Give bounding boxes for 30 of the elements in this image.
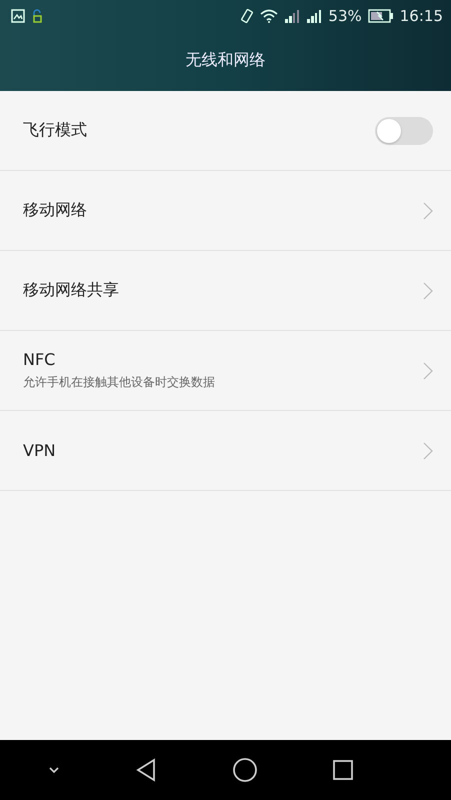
settings-row[interactable]: 飞行模式: [0, 91, 451, 171]
row-label: 飞行模式: [23, 120, 88, 141]
wifi-icon: [260, 9, 278, 23]
row-label: 移动网络共享: [23, 280, 120, 301]
chevron-right-icon: [423, 442, 433, 460]
row-label: 移动网络: [23, 200, 88, 221]
recents-icon[interactable]: [332, 759, 354, 781]
row-label: NFC: [23, 350, 56, 369]
settings-row[interactable]: NFC 允许手机在接触其他设备时交换数据: [0, 331, 451, 411]
home-icon[interactable]: [232, 757, 258, 783]
battery-charging-icon: [368, 9, 394, 23]
clock: 16:15: [400, 7, 443, 25]
back-icon[interactable]: [135, 758, 158, 782]
settings-row[interactable]: 移动网络: [0, 171, 451, 251]
chevron-right-icon: [423, 202, 433, 220]
signal-icon: [284, 9, 300, 23]
chevron-down-icon[interactable]: [47, 765, 62, 775]
chevron-right-icon: [423, 282, 433, 300]
vibrate-icon: [240, 8, 254, 24]
battery-percent: 53%: [328, 7, 362, 25]
toggle-switch[interactable]: [375, 116, 433, 144]
image-icon: [11, 9, 25, 23]
settings-row[interactable]: 移动网络共享: [0, 251, 451, 331]
lock-icon: [31, 9, 43, 23]
settings-row[interactable]: VPN: [0, 411, 451, 491]
row-label: VPN: [23, 441, 57, 460]
screen-title: 无线和网络: [186, 50, 266, 70]
signal-icon: [306, 9, 322, 23]
chevron-right-icon: [423, 362, 433, 380]
row-description: 允许手机在接触其他设备时交换数据: [23, 374, 216, 391]
